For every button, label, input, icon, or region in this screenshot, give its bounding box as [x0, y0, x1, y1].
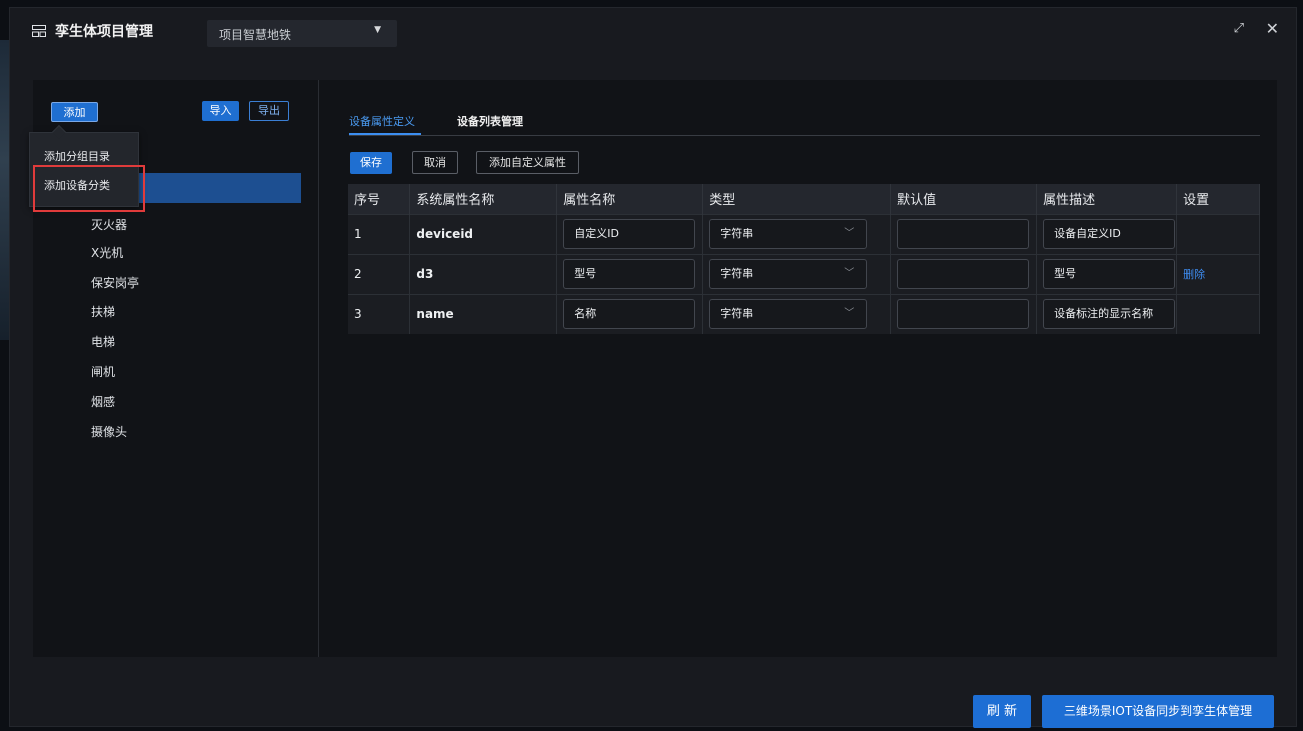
system-property-name: d3 — [409, 253, 558, 294]
project-select-value: 项目智慧地铁 — [219, 28, 292, 42]
chevron-down-icon: ﹀ — [844, 228, 855, 239]
type-select[interactable]: 字符串 ﹀ — [709, 299, 868, 330]
property-description-input[interactable]: 型号 — [1043, 259, 1176, 289]
chevron-down-icon: ﹀ — [844, 268, 855, 279]
save-button[interactable]: 保存 — [350, 152, 392, 174]
title-bar: 孪生体项目管理 项目智慧地铁 ▼ ⤢ ✕ — [10, 8, 1296, 52]
default-value-input[interactable] — [897, 219, 1030, 249]
system-property-name: deviceid — [409, 213, 558, 254]
column-header: 序号 — [348, 184, 411, 214]
property-name-input[interactable]: 自定义ID — [563, 219, 696, 249]
tree-item[interactable]: 电梯 — [91, 333, 115, 350]
table-row: 1 deviceid 自定义ID 字符串 ﹀ 设备自定义ID — [348, 213, 1260, 254]
property-table: 序号 系统属性名称 属性名称 类型 默认值 属性描述 设置 1 deviceid… — [348, 184, 1260, 334]
table-header-row: 序号 系统属性名称 属性名称 类型 默认值 属性描述 设置 — [348, 184, 1260, 214]
property-panel: 设备属性定义 设备列表管理 保存 取消 添加自定义属性 序号 系统属性名称 属性… — [319, 80, 1277, 657]
column-header: 系统属性名称 — [409, 184, 558, 214]
add-custom-property-button[interactable]: 添加自定义属性 — [476, 151, 579, 174]
chevron-down-icon: ﹀ — [844, 308, 855, 320]
tree-item[interactable]: 灭火器 — [91, 216, 127, 233]
setting-cell — [1176, 213, 1260, 254]
row-number: 1 — [348, 213, 411, 254]
project-select[interactable]: 项目智慧地铁 ▼ — [207, 20, 397, 47]
type-select[interactable]: 字符串 ﹀ — [709, 219, 868, 249]
tab-device-list[interactable]: 设备列表管理 — [457, 113, 523, 129]
type-select-value: 字符串 — [720, 307, 754, 321]
setting-cell — [1176, 293, 1260, 334]
tree-item[interactable]: 扶梯 — [91, 303, 115, 320]
column-header: 类型 — [702, 184, 892, 214]
property-description-input[interactable]: 设备自定义ID — [1043, 219, 1176, 249]
tree-item[interactable]: X光机 — [91, 244, 123, 261]
row-number: 3 — [348, 293, 411, 334]
system-property-name: name — [409, 293, 558, 334]
highlight-box — [33, 165, 145, 212]
app-title: 孪生体项目管理 — [55, 24, 153, 40]
tree-item[interactable]: 闸机 — [91, 363, 115, 380]
row-number: 2 — [348, 253, 411, 294]
type-select[interactable]: 字符串 ﹀ — [709, 259, 868, 289]
app-grid-icon — [32, 25, 46, 37]
default-value-input[interactable] — [897, 299, 1030, 330]
column-header: 属性名称 — [556, 184, 704, 214]
column-header: 设置 — [1176, 184, 1260, 214]
property-description-input[interactable]: 设备标注的显示名称 — [1043, 299, 1176, 330]
add-button[interactable]: 添加 — [51, 102, 98, 122]
tree-item[interactable]: 烟感 — [91, 393, 115, 410]
table-row: 2 d3 型号 字符串 ﹀ 型号 删除 — [348, 253, 1260, 294]
type-select-value: 字符串 — [720, 227, 754, 240]
delete-link[interactable]: 删除 — [1183, 268, 1205, 281]
tree-item[interactable]: 保安岗亭 — [91, 274, 139, 291]
close-icon[interactable]: ✕ — [1266, 19, 1279, 38]
type-select-value: 字符串 — [720, 267, 754, 280]
import-button[interactable]: 导入 — [202, 101, 239, 121]
refresh-button[interactable]: 刷 新 — [973, 695, 1031, 728]
column-header: 属性描述 — [1036, 184, 1178, 214]
tab-property-definition[interactable]: 设备属性定义 — [349, 113, 415, 129]
column-header: 默认值 — [890, 184, 1038, 214]
default-value-input[interactable] — [897, 259, 1030, 289]
tab-divider — [349, 135, 1260, 136]
caret-down-icon: ▼ — [374, 25, 381, 35]
export-button[interactable]: 导出 — [249, 101, 289, 121]
menu-item-add-group[interactable]: 添加分组目录 — [44, 148, 110, 164]
app-window: 孪生体项目管理 项目智慧地铁 ▼ ⤢ ✕ 添加 导入 导出 灭火器 X光机 保安… — [9, 7, 1297, 728]
cancel-button[interactable]: 取消 — [412, 151, 458, 174]
property-name-input[interactable]: 名称 — [563, 299, 696, 330]
table-row: 3 name 名称 字符串 ﹀ 设备标注的显示名称 — [348, 293, 1260, 334]
tree-item[interactable]: 摄像头 — [91, 423, 127, 440]
property-name-input[interactable]: 型号 — [563, 259, 696, 289]
expand-icon[interactable]: ⤢ — [1234, 21, 1244, 36]
sync-iot-devices-button[interactable]: 三维场景IOT设备同步到孪生体管理 — [1042, 695, 1274, 728]
